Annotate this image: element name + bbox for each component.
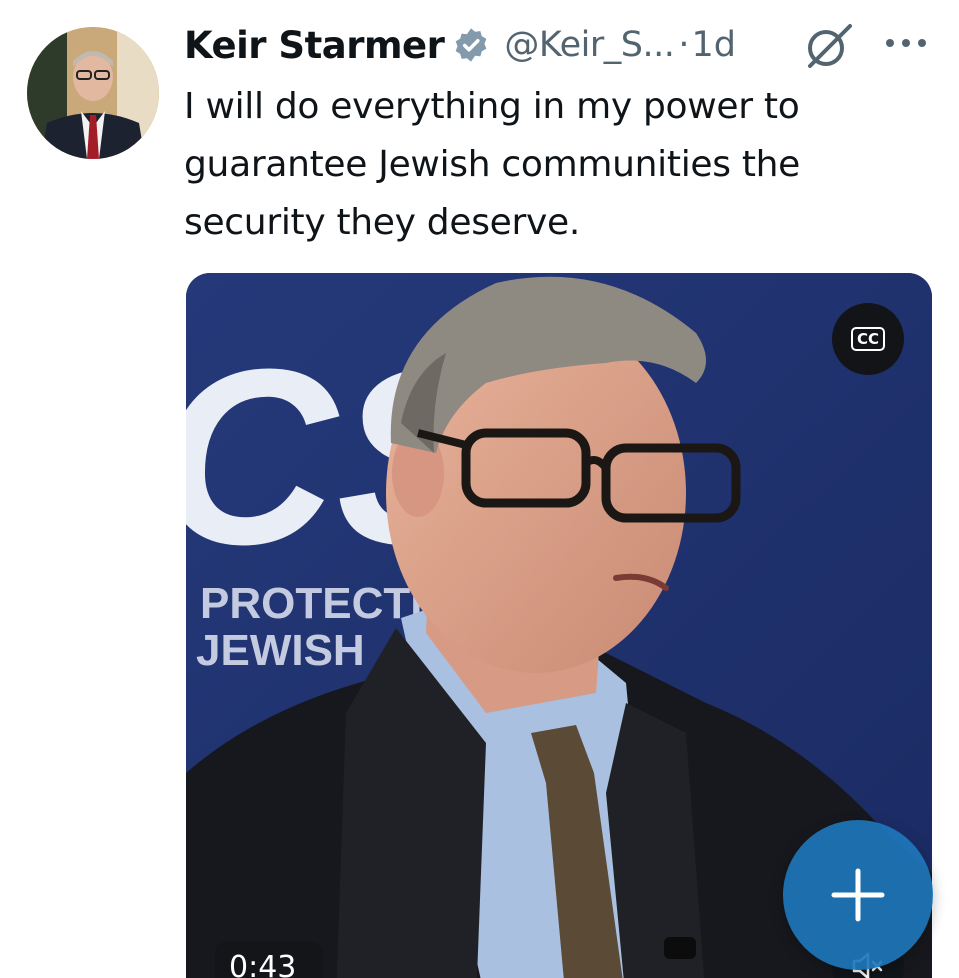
compose-button[interactable] [783,820,933,970]
captions-label: CC [850,327,886,351]
backdrop-text-line-1: PROTECTI [200,579,422,628]
closed-captions-icon[interactable]: CC [832,303,904,375]
author-avatar[interactable] [27,27,159,159]
backdrop-text-line-2: JEWISH [196,626,365,675]
author-name[interactable]: Keir Starmer [184,24,445,67]
avatar-image [27,27,159,159]
tweet-view: Keir Starmer @Keir_S... · 1d I will do e… [0,0,959,978]
timestamp[interactable]: 1d [691,25,736,65]
more-options-icon[interactable] [884,30,928,56]
verified-badge-icon [452,26,490,64]
video-duration: 0:43 [215,942,323,978]
tweet-text: I will do everything in my power to guar… [184,86,801,243]
author-handle[interactable]: @Keir_S... [504,25,674,65]
grok-icon[interactable] [800,20,856,72]
tweet-header: Keir Starmer @Keir_S... · 1d [184,20,736,70]
separator-dot: · [678,25,690,65]
plus-icon [831,868,885,922]
